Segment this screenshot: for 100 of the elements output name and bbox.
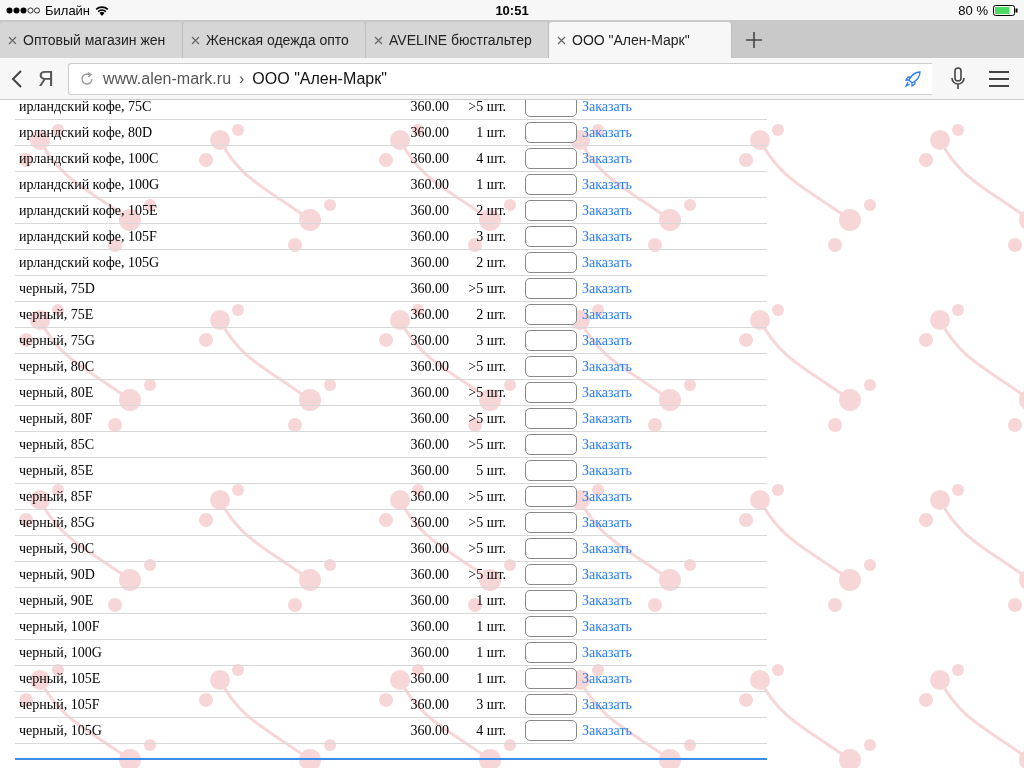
product-price: 360.00: [409, 410, 449, 427]
order-link[interactable]: Заказать: [582, 332, 662, 349]
browser-tab[interactable]: Женская одежда опто: [183, 22, 366, 58]
order-link[interactable]: Заказать: [582, 670, 662, 687]
quantity-input[interactable]: [525, 148, 577, 169]
url-domain: www.alen-mark.ru: [103, 69, 232, 88]
order-link[interactable]: Заказать: [582, 100, 662, 115]
product-name: ирландский кофе, 100C: [18, 150, 160, 167]
quantity-input[interactable]: [525, 100, 577, 117]
stock-quantity: >5 шт.: [467, 358, 506, 375]
product-name: черный, 85G: [18, 514, 96, 531]
stock-quantity: >5 шт.: [467, 514, 506, 531]
order-link[interactable]: Заказать: [582, 306, 662, 323]
quantity-input[interactable]: [525, 564, 577, 585]
reload-icon[interactable]: [79, 70, 95, 87]
close-icon[interactable]: [374, 36, 383, 45]
stock-quantity: >5 шт.: [467, 280, 506, 297]
yandex-button[interactable]: Я: [34, 65, 58, 92]
close-icon[interactable]: [8, 36, 17, 45]
stock-quantity: 2 шт.: [475, 306, 506, 323]
order-link[interactable]: Заказать: [582, 488, 662, 505]
order-link[interactable]: Заказать: [582, 150, 662, 167]
quantity-input[interactable]: [525, 122, 577, 143]
order-link[interactable]: Заказать: [582, 514, 662, 531]
rocket-icon[interactable]: [904, 69, 922, 88]
order-link[interactable]: Заказать: [582, 280, 662, 297]
stock-quantity: >5 шт.: [467, 410, 506, 427]
quantity-input[interactable]: [525, 720, 577, 741]
quantity-input[interactable]: [525, 252, 577, 273]
order-link[interactable]: Заказать: [582, 124, 662, 141]
quantity-input[interactable]: [525, 668, 577, 689]
product-name: ирландский кофе, 105E: [18, 202, 159, 219]
product-price: 360.00: [409, 306, 449, 323]
quantity-input[interactable]: [525, 304, 577, 325]
close-icon[interactable]: [191, 36, 200, 45]
product-name: черный, 85C: [18, 436, 95, 453]
order-link[interactable]: Заказать: [582, 254, 662, 271]
product-name: черный, 90E: [18, 592, 95, 609]
quantity-input[interactable]: [525, 200, 577, 221]
order-link[interactable]: Заказать: [582, 436, 662, 453]
quantity-input[interactable]: [525, 694, 577, 715]
order-link[interactable]: Заказать: [582, 592, 662, 609]
quantity-input[interactable]: [525, 538, 577, 559]
stock-quantity: 4 шт.: [475, 150, 506, 167]
product-price: 360.00: [409, 332, 449, 349]
url-separator: ›: [239, 69, 245, 88]
order-link[interactable]: Заказать: [582, 358, 662, 375]
order-link[interactable]: Заказать: [582, 696, 662, 713]
quantity-input[interactable]: [525, 278, 577, 299]
stock-quantity: 1 шт.: [475, 124, 506, 141]
quantity-input[interactable]: [525, 382, 577, 403]
browser-tab[interactable]: AVELINE бюстгальтер: [366, 22, 549, 58]
order-link[interactable]: Заказать: [582, 462, 662, 479]
close-icon[interactable]: [557, 36, 566, 45]
order-link[interactable]: Заказать: [582, 540, 662, 557]
quantity-input[interactable]: [525, 642, 577, 663]
menu-icon[interactable]: [988, 69, 1010, 88]
product-price: 360.00: [409, 150, 449, 167]
browser-tab[interactable]: ООО "Ален-Марк": [549, 22, 732, 58]
quantity-input[interactable]: [525, 434, 577, 455]
quantity-input[interactable]: [525, 512, 577, 533]
order-link[interactable]: Заказать: [582, 384, 662, 401]
microphone-icon[interactable]: [950, 66, 966, 91]
order-link[interactable]: Заказать: [582, 410, 662, 427]
quantity-input[interactable]: [525, 226, 577, 247]
product-price: 360.00: [409, 358, 449, 375]
quantity-input[interactable]: [525, 174, 577, 195]
product-price: 360.00: [409, 722, 449, 739]
order-link[interactable]: Заказать: [582, 644, 662, 661]
product-name: черный, 85E: [18, 462, 95, 479]
quantity-input[interactable]: [525, 356, 577, 377]
product-price: 360.00: [409, 436, 449, 453]
order-link[interactable]: Заказать: [582, 228, 662, 245]
quantity-input[interactable]: [525, 330, 577, 351]
product-name: черный, 80E: [18, 384, 95, 401]
product-price: 360.00: [409, 202, 449, 219]
back-icon[interactable]: [10, 68, 24, 89]
product-name: черный, 100G: [18, 644, 103, 661]
quantity-input[interactable]: [525, 590, 577, 611]
product-price: 360.00: [409, 228, 449, 245]
order-link[interactable]: Заказать: [582, 722, 662, 739]
stock-quantity: 2 шт.: [475, 202, 506, 219]
address-field[interactable]: www.alen-mark.ru › ООО "Ален-Марк": [68, 62, 932, 95]
order-link[interactable]: Заказать: [582, 202, 662, 219]
order-link[interactable]: Заказать: [582, 618, 662, 635]
order-link[interactable]: Заказать: [582, 176, 662, 193]
product-name: черный, 75E: [18, 306, 95, 323]
stock-quantity: 1 шт.: [475, 644, 506, 661]
quantity-input[interactable]: [525, 486, 577, 507]
quantity-input[interactable]: [525, 408, 577, 429]
page-title: ООО "Ален-Марк": [252, 69, 387, 88]
stock-quantity: >5 шт.: [467, 540, 506, 557]
stock-quantity: 1 шт.: [475, 618, 506, 635]
new-tab-icon[interactable]: [745, 31, 763, 49]
order-link[interactable]: Заказать: [582, 566, 662, 583]
quantity-input[interactable]: [525, 616, 577, 637]
product-price: 360.00: [409, 696, 449, 713]
quantity-input[interactable]: [525, 460, 577, 481]
product-name: черный, 100F: [18, 618, 101, 635]
browser-tab[interactable]: Оптовый магазин жен: [0, 22, 183, 58]
